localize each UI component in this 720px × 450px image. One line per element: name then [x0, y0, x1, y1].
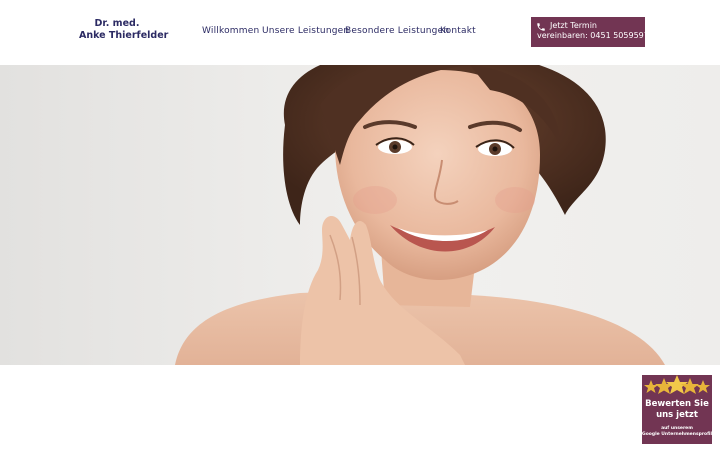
content-area	[0, 365, 720, 450]
site-header: Dr. med. Anke Thierfelder Willkommen Uns…	[0, 0, 720, 65]
review-line-1: Bewerten Sie	[645, 399, 709, 409]
review-badge-title: Bewerten Sie uns jetzt	[642, 399, 712, 421]
nav-item-unsere-leistungen[interactable]: Unsere Leistungen	[262, 26, 349, 36]
google-review-badge[interactable]: Bewerten Sie uns jetzt auf unserem Googl…	[642, 375, 715, 444]
phone-icon	[537, 23, 545, 31]
cta-line-2: vereinbaren: 0451 5059597	[537, 31, 649, 40]
smiling-woman-portrait	[175, 65, 665, 365]
stars-icon	[644, 375, 710, 394]
site-logo[interactable]: Dr. med. Anke Thierfelder	[79, 18, 169, 42]
hero-image	[0, 65, 720, 365]
logo-line-1: Dr. med.	[94, 18, 140, 29]
review-line-4: Google Unternehmensprofil!	[642, 432, 715, 437]
logo-line-2: Anke Thierfelder	[79, 30, 169, 41]
review-line-2: uns jetzt	[656, 410, 698, 420]
cta-line-1: Jetzt Termin	[550, 21, 597, 30]
review-badge-subtitle: auf unserem Google Unternehmensprofil!	[642, 426, 715, 438]
nav-item-kontakt[interactable]: Kontakt	[440, 26, 476, 36]
appointment-call-button[interactable]: Jetzt Termin vereinbaren: 0451 5059597	[531, 17, 649, 47]
nav-item-besondere-leistungen[interactable]: Besondere Leistungen	[345, 26, 449, 36]
nav-item-willkommen[interactable]: Willkommen	[202, 26, 259, 36]
